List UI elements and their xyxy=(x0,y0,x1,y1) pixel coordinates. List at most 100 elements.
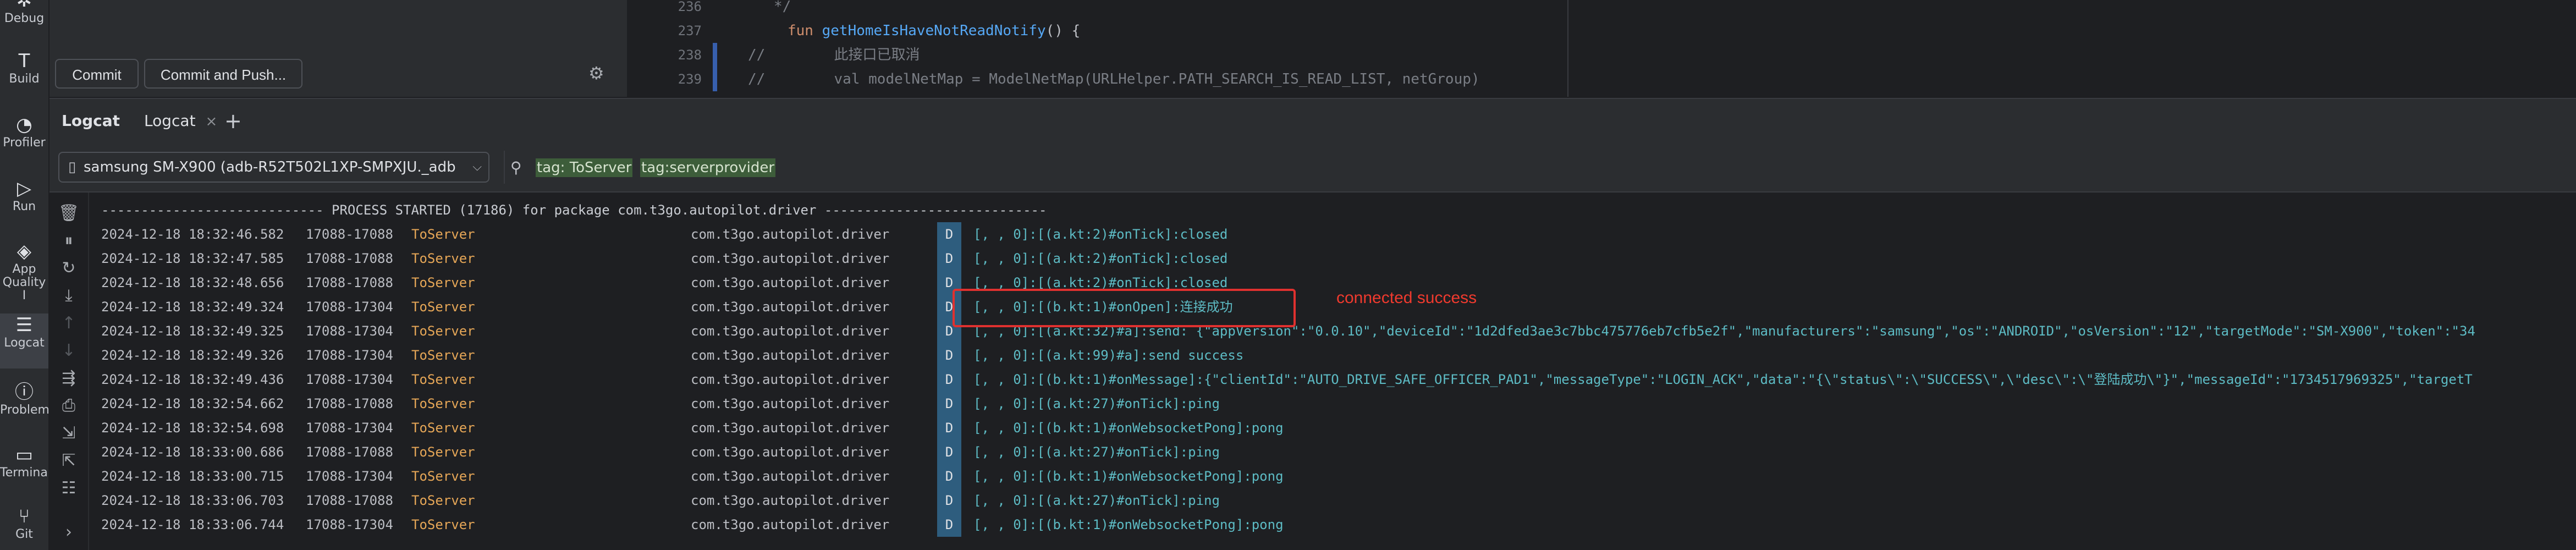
log-row[interactable]: 2024-12-18 18:33:06.744 17088-17304 ToServ… xyxy=(101,513,2576,537)
log-row[interactable]: 2024-12-18 18:32:54.698 17088-17304 ToServ… xyxy=(101,416,2576,440)
log-timestamp: 2024-12-18 18:32:49.436 xyxy=(101,372,284,387)
log-tag: ToServer xyxy=(411,396,475,411)
log-row[interactable]: 2024-12-18 18:32:47.585 17088-17088 ToServ… xyxy=(101,246,2576,271)
log-message: [, , 0]:[(b.kt:1)#onWebsocketPong]:pong xyxy=(973,469,1284,484)
tool-git[interactable]: ⑂ Git xyxy=(0,505,48,541)
log-output[interactable]: ---------------------------- PROCESS STA… xyxy=(89,193,2576,550)
log-pid: 17088-17088 xyxy=(306,275,393,290)
log-package: com.t3go.autopilot.driver xyxy=(691,299,890,315)
collapse-icon[interactable]: ⇲ xyxy=(49,424,88,443)
tab-label: Logcat xyxy=(144,112,196,130)
log-timestamp: 2024-12-18 18:32:54.662 xyxy=(101,396,284,411)
device-select[interactable]: ▯ samsung SM-X900 (adb-R52T502L1XP-SMPXJ… xyxy=(58,152,489,183)
log-package: com.t3go.autopilot.driver xyxy=(691,469,890,484)
logcat-icon: ☰ xyxy=(15,314,33,336)
tool-label: Logcat xyxy=(4,337,45,350)
log-row[interactable]: 2024-12-18 18:32:49.325 17088-17304 ToServ… xyxy=(101,319,2576,343)
tool-label: Profiler xyxy=(3,136,46,150)
code-line[interactable]: fun getHomeIsHaveNotReadNotify() { xyxy=(748,19,1080,43)
gear-icon[interactable]: ⚙ xyxy=(588,63,604,84)
log-pid: 17088-17088 xyxy=(306,444,393,460)
log-tag: ToServer xyxy=(411,323,475,339)
log-row[interactable]: 2024-12-18 18:32:49.326 17088-17304 ToServ… xyxy=(101,343,2576,367)
soft-wrap-icon[interactable]: ⇶ xyxy=(49,369,88,388)
line-gutter: 236 237 238 239 xyxy=(632,0,720,97)
log-tag: ToServer xyxy=(411,299,475,315)
hammer-icon: T xyxy=(18,50,30,72)
commit-and-push-button[interactable]: Commit and Push... xyxy=(144,59,302,89)
code-line[interactable]: // val modelNetMap = ModelNetMap(URLHelp… xyxy=(748,67,1480,91)
log-pid: 17088-17304 xyxy=(306,420,393,436)
editor-divider xyxy=(1567,0,1568,97)
tool-debug[interactable]: ✲ Debug xyxy=(0,0,48,25)
tool-run[interactable]: ▷ Run xyxy=(0,177,48,213)
log-message: [, , 0]:[(b.kt:1)#onWebsocketPong]:pong xyxy=(973,517,1284,532)
restart-icon[interactable]: ↻ xyxy=(49,258,88,278)
ide-window: ✲ Debug T Build ◔ Profiler ▷ Run ◈ App Q… xyxy=(0,0,2576,550)
log-timestamp: 2024-12-18 18:32:54.698 xyxy=(101,420,284,436)
line-number: 236 xyxy=(678,0,702,14)
terminal-icon: ▭ xyxy=(15,444,34,466)
log-package: com.t3go.autopilot.driver xyxy=(691,493,890,508)
log-tag: ToServer xyxy=(411,227,475,242)
filter-input[interactable]: ⚲ tag: ToServer tag:serverprovider xyxy=(504,151,2572,184)
log-level-badge: D xyxy=(937,440,961,464)
log-pid: 17088-17304 xyxy=(306,323,393,339)
log-row[interactable]: 2024-12-18 18:32:54.662 17088-17088 ToServ… xyxy=(101,392,2576,416)
tool-problems[interactable]: ⓘ Problem xyxy=(0,381,48,417)
print-icon[interactable]: ⎙ xyxy=(49,396,88,415)
change-marker xyxy=(713,43,717,67)
log-tag: ToServer xyxy=(411,517,475,532)
tool-label: Run xyxy=(12,200,36,213)
tool-label: Debug xyxy=(4,12,45,25)
log-row[interactable]: 2024-12-18 18:32:46.582 17088-17088 ToServ… xyxy=(101,222,2576,246)
add-tab-icon[interactable]: + xyxy=(224,99,242,143)
log-pid: 17088-17088 xyxy=(306,227,393,242)
arrow-up-icon[interactable]: ↑ xyxy=(49,314,88,333)
log-level-badge: D xyxy=(937,222,961,246)
trash-icon[interactable]: 🗑 xyxy=(49,204,88,223)
device-icon: ▯ xyxy=(68,159,76,175)
code-keyword: fun xyxy=(788,23,822,39)
log-row[interactable]: 2024-12-18 18:33:00.686 17088-17088 ToServ… xyxy=(101,440,2576,464)
tool-build[interactable]: T Build xyxy=(0,50,48,86)
branch-icon: ⑂ xyxy=(18,505,30,527)
log-message: [, , 0]:[(a.kt:99)#a]:send success xyxy=(973,348,1244,363)
tool-profiler[interactable]: ◔ Profiler xyxy=(0,113,48,150)
scroll-to-end-icon[interactable]: ⤓ xyxy=(49,286,88,305)
logcat-filter-bar: ▯ samsung SM-X900 (adb-R52T502L1XP-SMPXJ… xyxy=(49,143,2576,193)
log-message: [, , 0]:[(b.kt:1)#onMessage]:{"clientId"… xyxy=(973,372,2473,387)
code-line[interactable]: */ xyxy=(748,0,791,19)
close-icon[interactable]: × xyxy=(206,113,218,130)
line-number: 237 xyxy=(678,23,702,38)
format-icon[interactable]: ☷ xyxy=(49,479,88,498)
chevron-down-icon: ⌵ xyxy=(472,160,482,174)
code-line[interactable]: // 此接口已取消 xyxy=(748,43,920,67)
log-row[interactable]: 2024-12-18 18:33:00.715 17088-17304 ToServ… xyxy=(101,464,2576,488)
play-icon: ▷ xyxy=(16,178,32,200)
log-row[interactable]: 2024-12-18 18:32:49.436 17088-17304 ToServ… xyxy=(101,367,2576,392)
tool-label: Problem xyxy=(0,404,48,417)
log-package: com.t3go.autopilot.driver xyxy=(691,517,890,532)
log-pid: 17088-17304 xyxy=(306,469,393,484)
log-row[interactable]: 2024-12-18 18:33:06.703 17088-17088 ToServ… xyxy=(101,488,2576,513)
filter-token: tag:serverprovider xyxy=(640,158,776,177)
more-icon[interactable]: › xyxy=(49,522,88,542)
tab-logcat[interactable]: Logcat × xyxy=(132,106,229,136)
log-tag: ToServer xyxy=(411,444,475,460)
log-timestamp: 2024-12-18 18:32:49.324 xyxy=(101,299,284,315)
commit-button[interactable]: Commit xyxy=(55,59,139,89)
code-function: getHomeIsHaveNotReadNotify xyxy=(822,23,1046,39)
code-text: () { xyxy=(1045,23,1081,39)
tool-label: Build xyxy=(9,73,40,86)
log-level-badge: D xyxy=(937,343,961,367)
expand-icon[interactable]: ⇱ xyxy=(49,451,88,470)
tool-logcat[interactable]: ☰ Logcat xyxy=(0,314,48,369)
alert-icon: ⓘ xyxy=(15,381,34,403)
arrow-down-icon[interactable]: ↓ xyxy=(49,341,88,360)
pause-icon[interactable]: ⏸ xyxy=(49,231,88,250)
tool-terminal[interactable]: ▭ Terminal xyxy=(0,443,48,480)
log-package: com.t3go.autopilot.driver xyxy=(691,227,890,242)
tool-app-quality[interactable]: ◈ App Quality I xyxy=(0,240,48,302)
filter-icon[interactable]: ⚲ xyxy=(510,158,522,177)
